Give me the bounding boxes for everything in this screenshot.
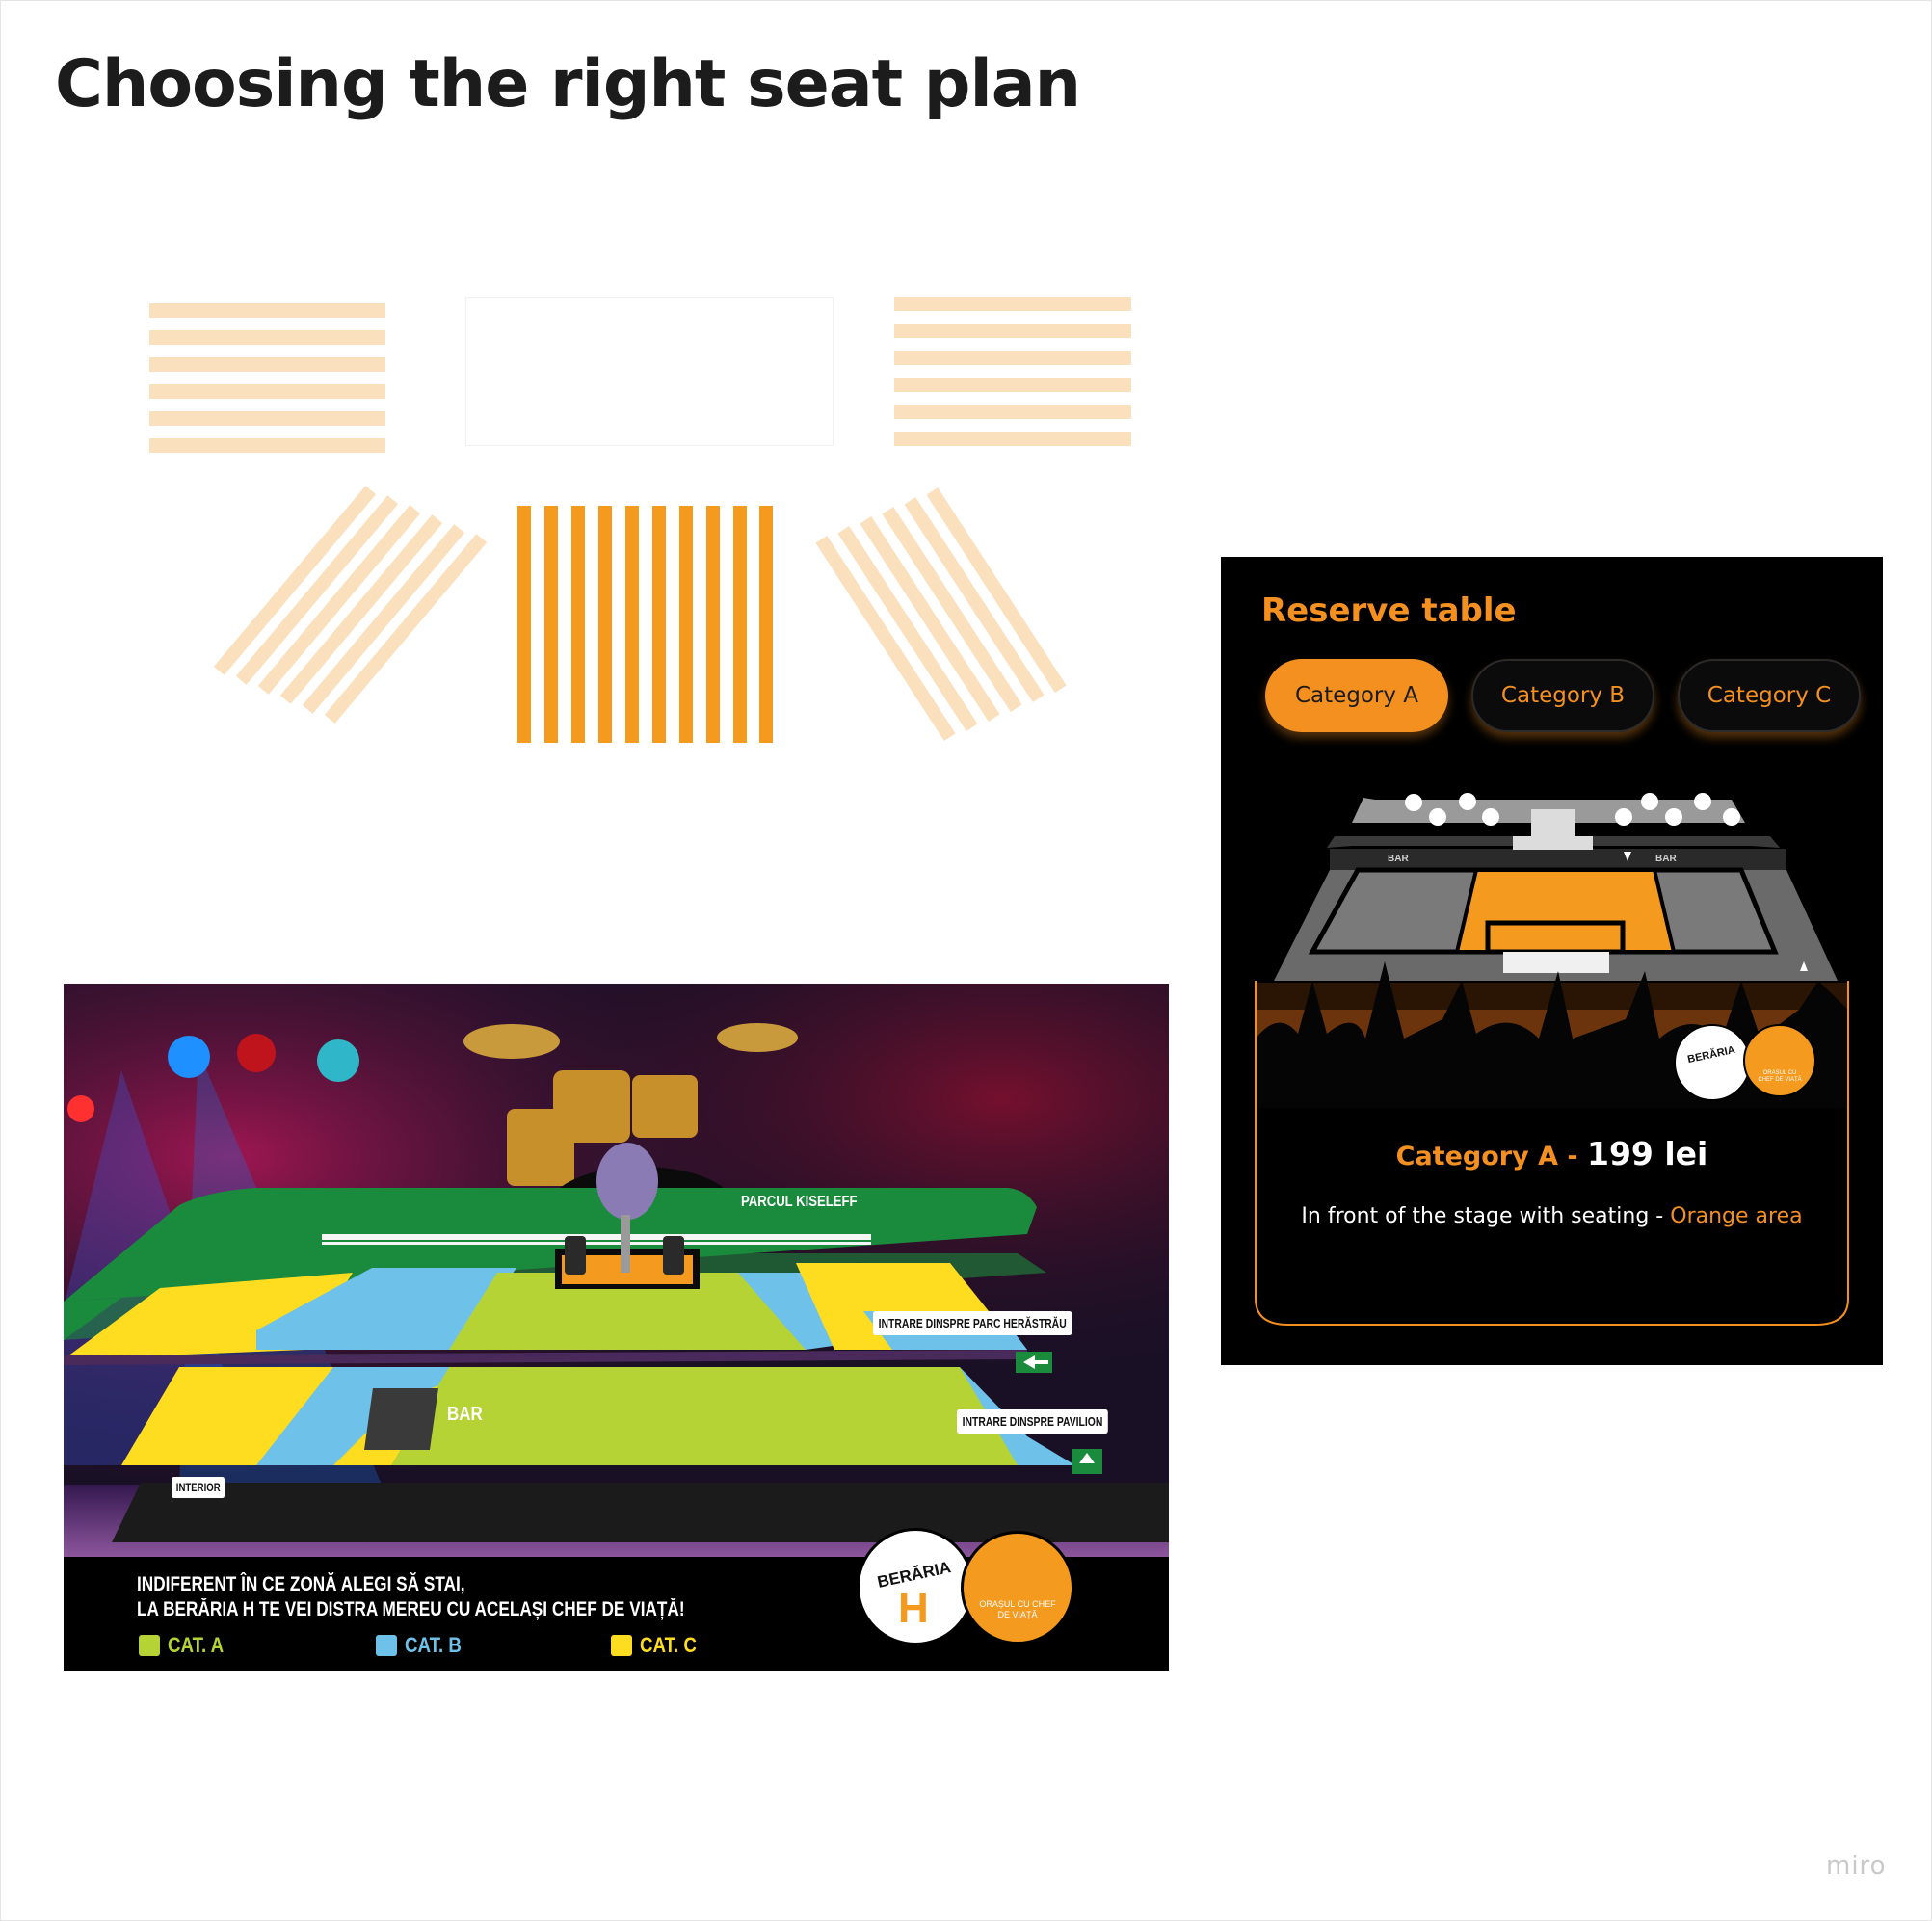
city-logo: ORAȘUL CU CHEF DE VIAȚĂ — [961, 1531, 1074, 1645]
city-logo-text: ORAȘUL CU CHEF DE VIAȚĂ — [979, 1599, 1056, 1619]
seat-row — [894, 351, 1131, 365]
miro-watermark: miro — [1826, 1852, 1887, 1881]
reserve-table-panel: Reserve table Category A Category B Cate… — [1221, 557, 1883, 1365]
cymbal-icon — [463, 1024, 560, 1059]
legend-label-c: CAT. C — [640, 1633, 697, 1657]
description-text: In front of the stage with seating — [1301, 1204, 1650, 1228]
seat-row — [679, 506, 693, 743]
seat-row — [149, 384, 385, 399]
mini-venue-map — [1255, 793, 1849, 1326]
legend-cat-c: CAT. C — [611, 1633, 706, 1658]
mini-stage — [1531, 809, 1575, 836]
stage-placeholder — [465, 297, 834, 446]
mini-map-bar-right: BAR — [1655, 854, 1677, 864]
seat-row — [706, 506, 720, 743]
seat-row — [571, 506, 585, 743]
description-separator: - — [1649, 1204, 1671, 1228]
legend-cat-b: CAT. B — [376, 1633, 471, 1658]
seat-row — [517, 506, 531, 743]
mini-map-bar-left: BAR — [1388, 854, 1409, 864]
seat-row — [149, 330, 385, 345]
entrance-park-callout: INTRARE DINSPRE PARC HERĂSTRĂU — [873, 1311, 1072, 1335]
seat-row — [652, 506, 666, 743]
bar-block — [363, 1388, 438, 1450]
seat-row — [149, 357, 385, 372]
entrance-pavilion-callout: INTRARE DINSPRE PAVILION — [957, 1409, 1109, 1434]
price-separator: - — [1557, 1142, 1587, 1171]
park-label: PARCUL KISELEFF — [741, 1194, 858, 1210]
seat-row — [598, 506, 612, 743]
beraria-logo-letter: H — [898, 1585, 929, 1632]
seat-row — [733, 506, 747, 743]
seat-row — [894, 378, 1131, 392]
city-logo-small: ORAȘUL CU CHEF DE VIAȚĂ — [1743, 1024, 1816, 1097]
legend-label-a: CAT. A — [168, 1633, 225, 1657]
legend-swatch-a — [139, 1635, 160, 1656]
seat-row — [894, 297, 1131, 311]
speaker-icon — [663, 1236, 684, 1275]
microphone-icon — [596, 1143, 658, 1220]
legend-cat-a: CAT. A — [139, 1633, 233, 1658]
beraria-logo: BERĂRIA H — [857, 1528, 974, 1645]
interior-callout: INTERIOR — [172, 1477, 225, 1498]
speaker-icon — [565, 1236, 586, 1275]
seat-row — [149, 303, 385, 318]
area-description: In front of the stage with seating - Ora… — [1221, 1204, 1883, 1228]
venue-map: PARCUL KISELEFF BAR INTRARE DINSPRE PARC… — [64, 984, 1169, 1671]
bar-label: BAR — [447, 1404, 483, 1425]
slogan-line-2: LA BERĂRIA H TE VEI DISTRA MEREU CU ACEL… — [137, 1598, 685, 1620]
seat-row — [894, 324, 1131, 338]
slogan-line-1: INDIFERENT ÎN CE ZONĂ ALEGI SĂ STAI, — [137, 1573, 465, 1595]
beraria-logo-small-text: BERĂRIA — [1686, 1043, 1736, 1066]
seat-row — [149, 438, 385, 453]
city-logo-small-text: ORAȘUL CU CHEF DE VIAȚĂ — [1758, 1070, 1802, 1083]
seat-row — [894, 405, 1131, 419]
page-title: Choosing the right seat plan — [55, 46, 1081, 122]
seat-row — [894, 432, 1131, 446]
selected-category: Category A — [1395, 1142, 1558, 1171]
seat-row — [544, 506, 558, 743]
price-line: Category A - 199 lei — [1221, 1135, 1883, 1172]
beraria-logo-small: BERĂRIA — [1674, 1024, 1751, 1101]
area-name: Orange area — [1670, 1204, 1803, 1228]
legend-label-b: CAT. B — [405, 1633, 462, 1657]
legend-swatch-b — [376, 1635, 397, 1656]
seat-row — [625, 506, 639, 743]
seat-row — [149, 411, 385, 426]
seat-row — [759, 506, 773, 743]
legend-swatch-c — [611, 1635, 632, 1656]
price-value: 199 lei — [1586, 1135, 1708, 1172]
stage-light — [168, 1036, 210, 1078]
